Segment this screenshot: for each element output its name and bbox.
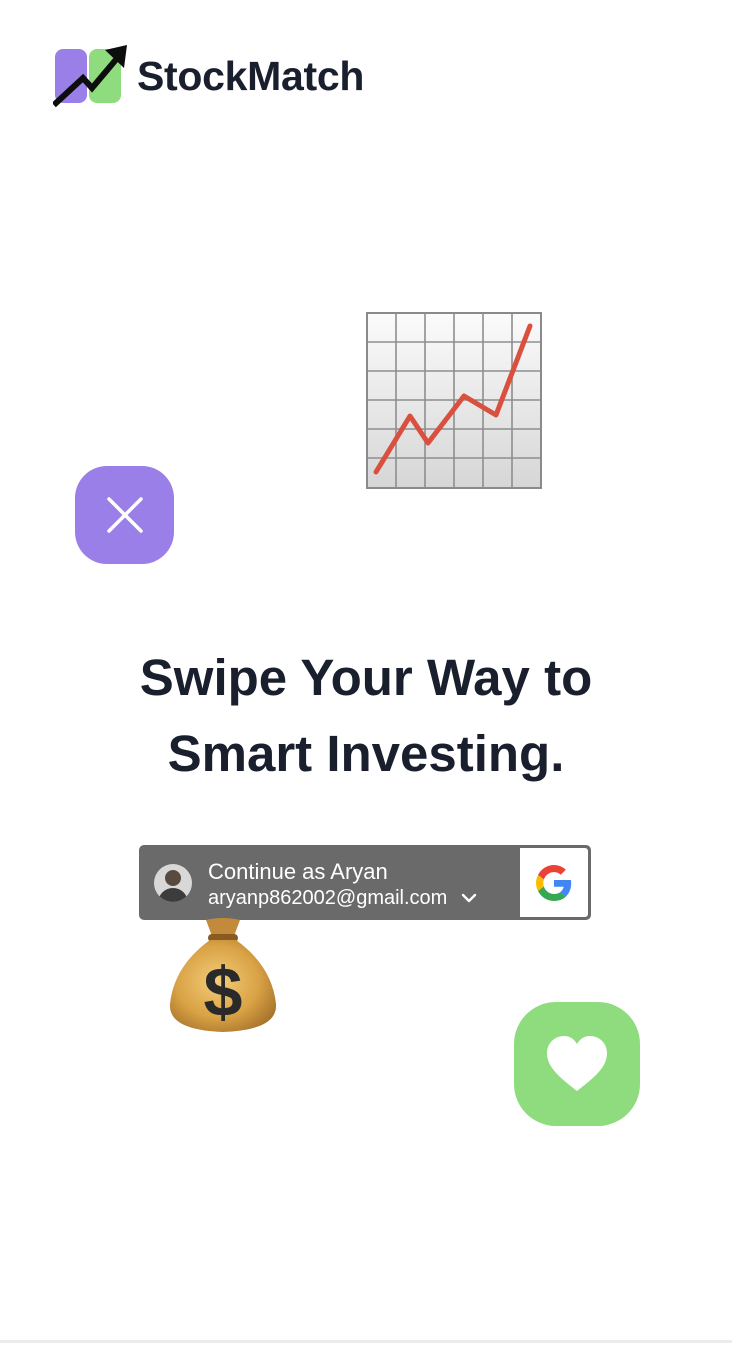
bottom-divider: [0, 1340, 732, 1343]
stockmatch-logo-icon: [53, 44, 129, 108]
google-g-icon: [536, 864, 572, 901]
brand-name: StockMatch: [137, 52, 365, 99]
google-logo-box: [520, 848, 588, 917]
account-email: aryanp862002@gmail.com: [208, 887, 448, 909]
continue-as-label: Continue as Aryan: [208, 859, 388, 884]
google-account-info: Continue as Aryan aryanp862002@gmail.com: [192, 848, 520, 917]
account-email-row: aryanp862002@gmail.com: [208, 885, 520, 911]
chart-increasing-emoji: [366, 312, 542, 490]
reject-button[interactable]: [75, 466, 174, 564]
chevron-down-icon[interactable]: [459, 888, 479, 908]
app-header: StockMatch: [53, 44, 364, 108]
headline-line-1: Swipe Your Way to: [139, 649, 593, 706]
landing-page: StockMatch Swipe Your Way to Smart Inves…: [0, 0, 732, 1346]
like-button[interactable]: [514, 1002, 640, 1126]
close-icon: [106, 497, 143, 533]
heart-icon: [547, 1036, 607, 1091]
svg-text:$: $: [204, 953, 243, 1031]
headline-line-2: Smart Investing.: [167, 725, 565, 782]
hero-headline: Swipe Your Way to Smart Investing.: [0, 640, 732, 792]
google-signin-button[interactable]: Continue as Aryan aryanp862002@gmail.com: [139, 845, 591, 920]
money-bag-emoji: $: [166, 918, 280, 1034]
avatar: [154, 864, 192, 902]
